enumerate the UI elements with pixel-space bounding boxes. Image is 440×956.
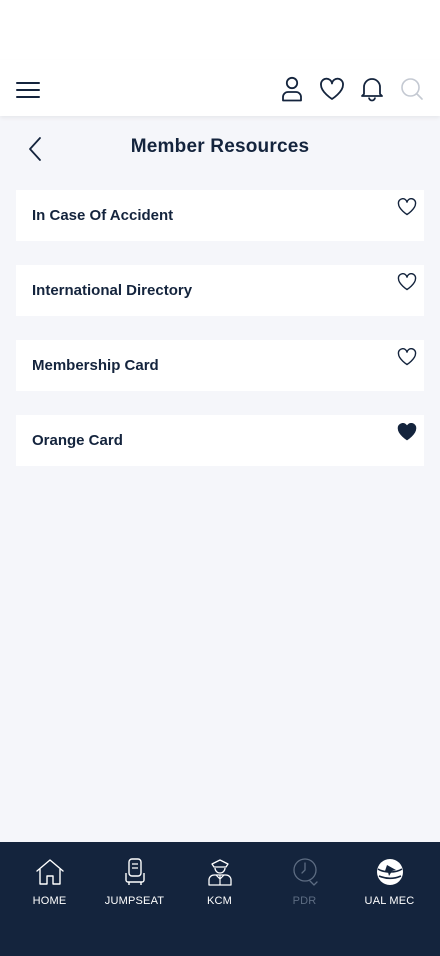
bottom-nav: HOME JUMPSEAT KCM PDR UAL MEC <box>0 842 440 956</box>
nav-item-kcm[interactable]: KCM <box>177 842 262 912</box>
profile-button[interactable] <box>277 74 307 104</box>
heart-outline-icon <box>397 348 417 366</box>
seat-icon <box>124 858 145 885</box>
list-item-label: International Directory <box>32 282 193 299</box>
favorite-toggle[interactable] <box>396 421 418 443</box>
user-icon <box>282 76 302 102</box>
list-item[interactable]: Orange Card <box>16 415 424 466</box>
favorites-button[interactable] <box>317 74 347 104</box>
pilot-icon <box>207 859 232 886</box>
favorite-toggle[interactable] <box>396 346 418 368</box>
status-bar-area <box>0 0 440 60</box>
favorite-toggle[interactable] <box>396 271 418 293</box>
top-bar <box>0 60 440 116</box>
nav-item-ual-mec[interactable]: UAL MEC <box>347 842 432 912</box>
menu-button[interactable] <box>12 76 44 104</box>
nav-label: PDR <box>292 895 317 907</box>
clock-icon <box>292 858 318 886</box>
search-icon <box>401 78 423 100</box>
heart-outline-icon <box>397 273 417 291</box>
list-item[interactable]: In Case Of Accident <box>16 190 424 241</box>
search-button[interactable] <box>397 74 427 104</box>
list-item[interactable]: Membership Card <box>16 340 424 391</box>
nav-label: HOME <box>32 895 67 907</box>
nav-label: JUMPSEAT <box>104 895 165 907</box>
list-item-label: Membership Card <box>32 357 159 374</box>
favorite-toggle[interactable] <box>396 196 418 218</box>
page-header: Member Resources <box>0 126 440 170</box>
globe-logo-icon <box>376 859 403 885</box>
nav-label: KCM <box>206 895 233 907</box>
menu-icon <box>16 82 40 98</box>
bell-icon <box>361 78 383 102</box>
heart-icon <box>320 77 344 100</box>
notifications-button[interactable] <box>357 74 387 104</box>
resources-list: In Case Of Accident International Direct… <box>16 190 424 490</box>
home-icon <box>35 859 64 885</box>
list-item-label: In Case Of Accident <box>32 207 174 224</box>
list-item-label: Orange Card <box>32 432 123 449</box>
list-item[interactable]: International Directory <box>16 265 424 316</box>
heart-filled-icon <box>397 423 417 441</box>
nav-item-pdr[interactable]: PDR <box>262 842 347 912</box>
nav-item-jumpseat[interactable]: JUMPSEAT <box>92 842 177 912</box>
nav-label: UAL MEC <box>364 895 415 907</box>
nav-item-home[interactable]: HOME <box>7 842 92 912</box>
page-title: Member Resources <box>130 136 310 157</box>
heart-outline-icon <box>397 198 417 216</box>
